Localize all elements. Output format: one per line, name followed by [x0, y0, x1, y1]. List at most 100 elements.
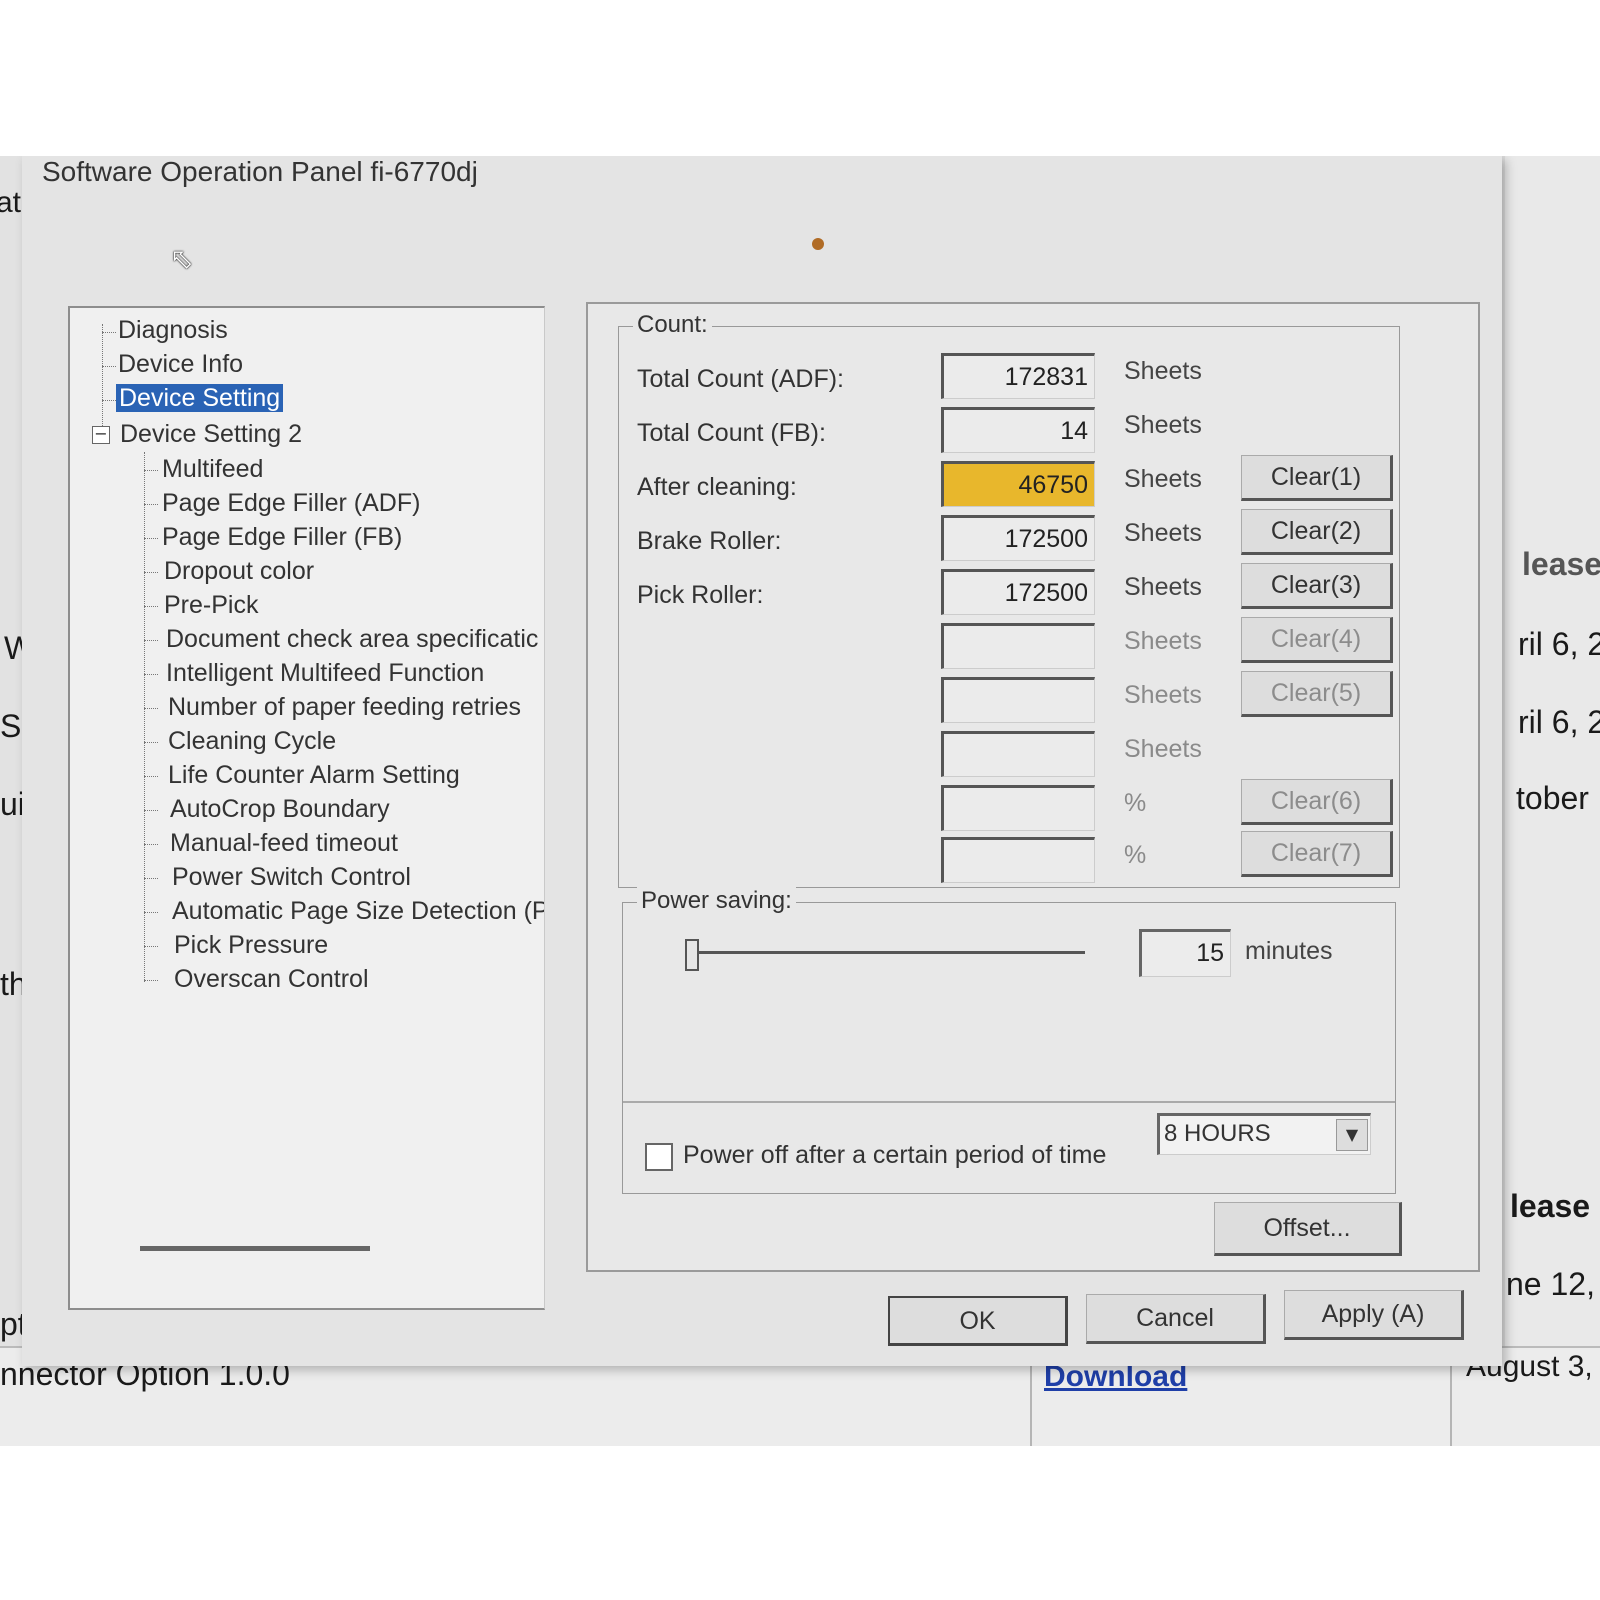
tree-guide-line	[102, 324, 103, 430]
power-saving-legend: Power saving:	[637, 887, 796, 915]
tree-connector	[144, 538, 158, 539]
tree-item-autocrop-boundary[interactable]: AutoCrop Boundary	[170, 793, 390, 825]
tree-item-life-counter-alarm[interactable]: Life Counter Alarm Setting	[168, 759, 460, 791]
minutes-label: minutes	[1245, 937, 1333, 965]
tree-item-label: Page Edge Filler (FB)	[162, 523, 403, 551]
count-label: Total Count (ADF):	[637, 365, 845, 393]
selected-hours: 8 HOURS	[1164, 1120, 1271, 1147]
tree-item-multifeed[interactable]: Multifeed	[162, 453, 263, 485]
power-saving-group: Power saving: 15 minutes Power off after…	[622, 887, 1396, 1194]
tree-item-label: Device Setting 2	[120, 420, 303, 448]
tree-guide-line	[144, 452, 145, 982]
tree-item-label: Page Edge Filler (ADF)	[162, 489, 421, 517]
tree-item-label: Pre-Pick	[164, 591, 259, 619]
offset-button[interactable]: Offset...	[1214, 1202, 1402, 1256]
tree-item-pick-pressure[interactable]: Pick Pressure	[174, 929, 328, 961]
minutes-value[interactable]: 15	[1139, 929, 1231, 977]
clear-6-button[interactable]: Clear(6)	[1241, 779, 1393, 825]
count-unit: Sheets	[1124, 357, 1202, 385]
horizontal-scrollbar[interactable]	[140, 1246, 370, 1251]
power-saving-slider-thumb[interactable]	[685, 939, 699, 971]
tree-item-pre-pick[interactable]: Pre-Pick	[164, 589, 258, 621]
tree-item-label: AutoCrop Boundary	[170, 795, 390, 823]
collapse-icon[interactable]: −	[92, 426, 110, 444]
tree-item-label: Life Counter Alarm Setting	[168, 761, 460, 789]
clear-3-button[interactable]: Clear(3)	[1241, 563, 1393, 609]
background-text: ne 12, 2	[1506, 1266, 1600, 1302]
count-label: After cleaning:	[637, 473, 797, 501]
count-unit: Sheets	[1124, 627, 1202, 655]
tree-connector	[144, 470, 158, 471]
clear-1-button[interactable]: Clear(1)	[1241, 455, 1393, 501]
tree-item-label: Intelligent Multifeed Function	[166, 659, 485, 687]
clear-4-button[interactable]: Clear(4)	[1241, 617, 1393, 663]
tree-item-label: Device Info	[118, 350, 244, 378]
tree-connector	[144, 946, 158, 947]
tree-item-device-info[interactable]: Device Info	[118, 348, 243, 380]
tree-connector	[144, 674, 158, 675]
tree-item-label: Automatic Page Size Detection (P	[172, 897, 545, 925]
count-legend: Count:	[633, 311, 712, 339]
tree-item-label: Multifeed	[162, 455, 264, 483]
tree-item-label: Manual-feed timeout	[170, 829, 398, 857]
settings-tree: Diagnosis Device Info Device Setting − D…	[68, 306, 545, 1310]
cancel-button[interactable]: Cancel	[1086, 1294, 1266, 1344]
count-unit: Sheets	[1124, 735, 1202, 763]
background-text: ril 6, 2	[1518, 704, 1600, 740]
tree-connector	[144, 504, 158, 505]
tree-item-power-switch-control[interactable]: Power Switch Control	[172, 861, 411, 893]
count-value	[941, 731, 1095, 777]
tree-item-overscan-control[interactable]: Overscan Control	[174, 963, 369, 995]
mouse-pointer-icon: ⬁	[170, 242, 194, 275]
tree-item-page-edge-filler-adf[interactable]: Page Edge Filler (ADF)	[162, 487, 420, 519]
tree-item-label: Dropout color	[164, 557, 315, 585]
tree-connector	[144, 742, 158, 743]
tree-item-page-edge-filler-fb[interactable]: Page Edge Filler (FB)	[162, 521, 402, 553]
tree-item-automatic-page-size[interactable]: Automatic Page Size Detection (P	[172, 895, 545, 927]
power-off-hours-select[interactable]: 8 HOURS ▼	[1157, 1113, 1371, 1155]
count-unit: %	[1124, 789, 1147, 817]
tree-item-device-setting[interactable]: Device Setting	[116, 382, 284, 414]
count-unit: Sheets	[1124, 465, 1202, 493]
tree-item-label: Number of paper feeding retries	[168, 693, 521, 721]
tree-item-label: Cleaning Cycle	[168, 727, 337, 755]
tree-item-intelligent-multifeed[interactable]: Intelligent Multifeed Function	[166, 657, 484, 689]
count-unit: Sheets	[1124, 681, 1202, 709]
chevron-down-icon[interactable]: ▼	[1336, 1119, 1368, 1151]
tree-item-cleaning-cycle[interactable]: Cleaning Cycle	[168, 725, 336, 757]
clear-2-button[interactable]: Clear(2)	[1241, 509, 1393, 555]
tree-item-manual-feed-timeout[interactable]: Manual-feed timeout	[170, 827, 398, 859]
count-label: Pick Roller:	[637, 581, 764, 609]
count-unit: Sheets	[1124, 519, 1202, 547]
count-value: 46750	[941, 461, 1095, 507]
power-off-checkbox[interactable]	[645, 1143, 673, 1171]
count-label: Brake Roller:	[637, 527, 782, 555]
tree-connector	[144, 708, 158, 709]
tree-connector	[144, 572, 158, 573]
tree-connector	[144, 810, 158, 811]
tree-item-device-setting-2[interactable]: Device Setting 2	[120, 418, 302, 450]
tree-item-document-check-area[interactable]: Document check area specificatic	[166, 623, 538, 655]
count-unit: Sheets	[1124, 411, 1202, 439]
tree-connector	[144, 844, 158, 845]
tree-connector	[144, 640, 158, 641]
background-text: ril 6, 2	[1518, 626, 1600, 662]
tree-item-dropout-color[interactable]: Dropout color	[164, 555, 314, 587]
apply-button[interactable]: Apply (A)	[1284, 1290, 1464, 1340]
tree-item-diagnosis[interactable]: Diagnosis	[118, 314, 228, 346]
tree-item-label: Device Setting	[116, 384, 284, 412]
tree-item-paper-feeding-retries[interactable]: Number of paper feeding retries	[168, 691, 521, 723]
tree-item-label: Diagnosis	[118, 316, 228, 344]
count-value	[941, 785, 1095, 831]
ok-button[interactable]: OK	[888, 1296, 1068, 1346]
count-value: 172831	[941, 353, 1095, 399]
software-operation-panel-dialog: Software Operation Panel fi-6770dj Diagn…	[22, 156, 1502, 1366]
background-text: lease	[1522, 546, 1600, 582]
count-value	[941, 623, 1095, 669]
clear-7-button[interactable]: Clear(7)	[1241, 831, 1393, 877]
count-label: Total Count (FB):	[637, 419, 826, 447]
clear-5-button[interactable]: Clear(5)	[1241, 671, 1393, 717]
power-saving-slider-track[interactable]	[691, 951, 1085, 954]
tree-connector	[144, 878, 158, 879]
tree-item-label: Document check area specificatic	[166, 625, 539, 653]
